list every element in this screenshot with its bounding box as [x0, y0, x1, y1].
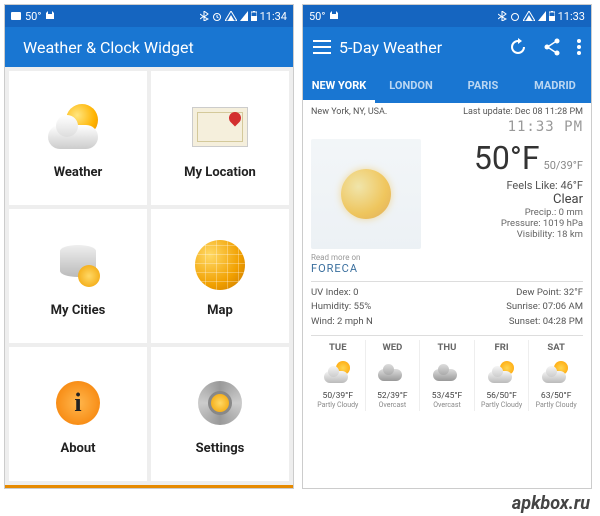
weather-icon [48, 104, 108, 149]
forecast-day[interactable]: WED 52/39°F Overcast [366, 340, 421, 411]
status-time: 11:34 [260, 10, 287, 23]
weather-panel: New York, NY, USA. Last update: Dec 08 1… [303, 103, 591, 489]
city-tabs: NEW YORK LONDON PARIS MADRID [303, 67, 591, 103]
alarm-icon [510, 11, 520, 21]
status-bar: 50° 11:34 [5, 5, 293, 27]
gear-icon [196, 379, 244, 427]
partly-cloudy-icon [324, 361, 352, 383]
precip: Precip.: 0 mm [425, 207, 583, 218]
pressure: Pressure: 1019 hPa [425, 218, 583, 229]
current-temp: 50°F [474, 139, 540, 177]
cat-icon [329, 11, 339, 21]
cities-icon [56, 243, 100, 287]
refresh-icon[interactable] [509, 38, 527, 56]
app-title: Weather & Clock Widget [23, 38, 283, 57]
uv-index: UV Index: 0 [311, 286, 373, 300]
tile-label: My Location [184, 165, 256, 180]
cat-icon [45, 11, 55, 21]
bottom-accent [5, 485, 293, 488]
tab-madrid[interactable]: MADRID [519, 67, 591, 103]
battery-icon [549, 11, 555, 21]
watermark: apkbox.ru [512, 493, 590, 514]
status-temp: 50° [25, 10, 41, 23]
app-bar: 5-Day Weather [303, 27, 591, 67]
forecast-day[interactable]: TUE 50/39°F Partly Cloudy [311, 340, 366, 411]
menu-grid: Weather My Location My Cities Map i Abou… [5, 67, 293, 485]
screen-main-menu: 50° 11:34 Weather & Clock Widget Weather… [4, 4, 294, 489]
info-icon: i [56, 381, 100, 425]
app-title: 5-Day Weather [339, 38, 509, 57]
tile-label: About [60, 441, 95, 456]
forecast-day[interactable]: SAT 63/50°F Partly Cloudy [529, 340, 583, 411]
forecast-day[interactable]: FRI 56/50°F Partly Cloudy [475, 340, 530, 411]
tile-label: Weather [54, 165, 103, 180]
tab-newyork[interactable]: NEW YORK [303, 67, 375, 103]
partly-cloudy-icon [542, 361, 570, 383]
share-icon[interactable] [543, 38, 561, 56]
details: UV Index: 0 Humidity: 55% Wind: 2 mph N … [311, 281, 583, 329]
app-bar: Weather & Clock Widget [5, 27, 293, 67]
alarm-icon [212, 11, 222, 21]
tile-label: My Cities [51, 303, 106, 318]
dew-point: Dew Point: 32°F [506, 286, 583, 300]
cloudy-icon [378, 363, 406, 381]
humidity: Humidity: 55% [311, 300, 373, 314]
status-time: 11:33 [558, 10, 585, 23]
visibility: Visibility: 18 km [425, 229, 583, 240]
tile-map[interactable]: Map [151, 209, 289, 343]
read-more: Read more on [311, 253, 583, 262]
sun-icon [341, 169, 391, 219]
tab-london[interactable]: LONDON [375, 67, 447, 103]
status-temp: 50° [309, 10, 325, 23]
wifi-icon [523, 11, 535, 21]
battery-icon [251, 11, 257, 21]
status-bar: 50° 11:33 [303, 5, 591, 27]
tile-about[interactable]: i About [9, 347, 147, 481]
tile-settings[interactable]: Settings [151, 347, 289, 481]
signal-icon [538, 11, 546, 21]
tile-weather[interactable]: Weather [9, 71, 147, 205]
globe-icon [195, 240, 245, 290]
tile-label: Settings [196, 441, 245, 456]
digital-clock: 11:33 PM [311, 119, 583, 135]
screen-5day-weather: 50° 11:33 5-Day Weather NEW YORK LONDON … [302, 4, 592, 489]
forecast-day[interactable]: THU 53/45°F Overcast [420, 340, 475, 411]
tile-my-cities[interactable]: My Cities [9, 209, 147, 343]
photo-icon [11, 11, 21, 21]
condition: Clear [425, 192, 583, 207]
last-update: Last update: Dec 08 11:28 PM [463, 107, 583, 117]
sunrise: Sunrise: 07:06 AM [506, 300, 583, 314]
tab-paris[interactable]: PARIS [447, 67, 519, 103]
partly-cloudy-icon [488, 361, 516, 383]
world-map-bg [311, 139, 421, 249]
wifi-icon [225, 11, 237, 21]
tile-label: Map [207, 303, 233, 318]
location-icon [192, 107, 248, 147]
signal-icon [240, 11, 248, 21]
cloudy-icon [433, 363, 461, 381]
wind: Wind: 2 mph N [311, 315, 373, 329]
bluetooth-icon [200, 11, 209, 21]
hilo-temp: 50/39°F [544, 159, 583, 172]
location-text: New York, NY, USA. [311, 107, 387, 117]
overflow-icon[interactable] [577, 39, 581, 55]
foreca-brand[interactable]: FORECA [311, 262, 583, 275]
sunset: Sunset: 04:28 PM [506, 315, 583, 329]
feels-like: Feels Like: 46°F [425, 179, 583, 192]
forecast-row: TUE 50/39°F Partly Cloudy WED 52/39°F Ov… [311, 335, 583, 411]
menu-icon[interactable] [313, 40, 331, 54]
tile-my-location[interactable]: My Location [151, 71, 289, 205]
bluetooth-icon [498, 11, 507, 21]
